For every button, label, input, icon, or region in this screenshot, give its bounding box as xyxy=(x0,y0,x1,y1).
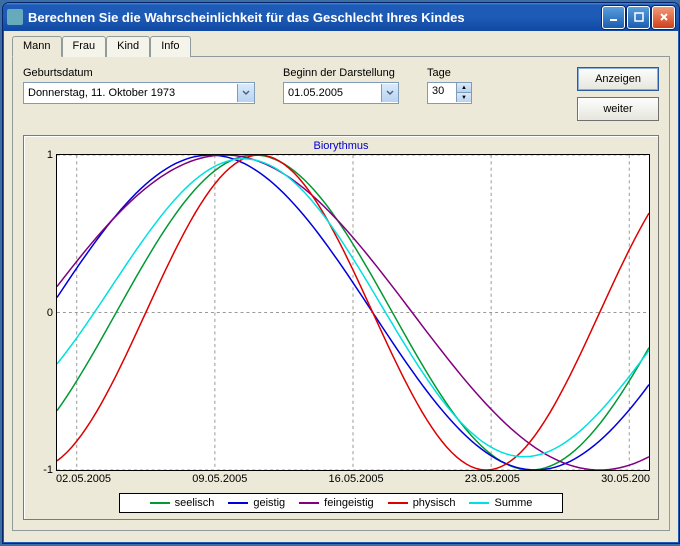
tab-mann[interactable]: Mann xyxy=(12,36,62,57)
app-icon xyxy=(7,9,23,25)
show-button[interactable]: Anzeigen xyxy=(577,67,659,91)
chart-title: Biorythmus xyxy=(32,140,650,152)
curves-svg xyxy=(57,155,649,470)
xtick: 09.05.2005 xyxy=(192,473,328,485)
chevron-down-icon[interactable] xyxy=(237,84,254,102)
legend-item: seelisch xyxy=(150,497,215,509)
ytick: 0 xyxy=(35,307,53,319)
tab-strip: Mann Frau Kind Info xyxy=(12,35,676,56)
tab-page: Geburtsdatum Donnerstag, 11. Oktober 197… xyxy=(12,56,670,531)
x-axis-labels: 02.05.2005 09.05.2005 16.05.2005 23.05.2… xyxy=(56,473,650,485)
startdate-label: Beginn der Darstellung xyxy=(283,67,399,79)
tab-info[interactable]: Info xyxy=(150,36,190,57)
tab-frau[interactable]: Frau xyxy=(62,36,107,57)
chevron-down-icon[interactable] xyxy=(381,84,398,102)
legend-item: Summe xyxy=(469,497,532,509)
xtick: 02.05.2005 xyxy=(56,473,192,485)
ytick: 1 xyxy=(35,149,53,161)
spin-down-icon[interactable]: ▼ xyxy=(456,93,471,102)
window-title: Berechnen Sie die Wahrscheinlichkeit für… xyxy=(28,10,602,25)
minimize-button[interactable] xyxy=(602,6,625,29)
startdate-field: Beginn der Darstellung 01.05.2005 xyxy=(283,67,399,104)
spin-up-icon[interactable]: ▲ xyxy=(456,83,471,93)
days-label: Tage xyxy=(427,67,472,79)
chart-panel: Biorythmus 1 0 -1 xyxy=(23,135,659,520)
ytick: -1 xyxy=(35,464,53,476)
app-window: Berechnen Sie die Wahrscheinlichkeit für… xyxy=(2,2,680,544)
startdate-value: 01.05.2005 xyxy=(288,87,343,99)
legend-item: geistig xyxy=(228,497,285,509)
startdate-dropdown[interactable]: 01.05.2005 xyxy=(283,82,399,104)
tab-kind[interactable]: Kind xyxy=(106,36,150,57)
days-spinner[interactable]: 30 ▲ ▼ xyxy=(427,82,472,104)
xtick: 16.05.2005 xyxy=(329,473,465,485)
maximize-button[interactable] xyxy=(627,6,650,29)
birthdate-dropdown[interactable]: Donnerstag, 11. Oktober 1973 xyxy=(23,82,255,104)
days-value: 30 xyxy=(428,83,456,103)
close-button[interactable] xyxy=(652,6,675,29)
legend-item: physisch xyxy=(388,497,456,509)
plot-area: 1 0 -1 xyxy=(56,154,650,471)
legend-item: feingeistig xyxy=(299,497,374,509)
titlebar[interactable]: Berechnen Sie die Wahrscheinlichkeit für… xyxy=(3,3,679,31)
next-button[interactable]: weiter xyxy=(577,97,659,121)
xtick: 30.05.200 xyxy=(601,473,650,485)
legend: seelisch geistig feingeistig physisch Su… xyxy=(119,493,563,513)
days-field: Tage 30 ▲ ▼ xyxy=(427,67,472,104)
birthdate-value: Donnerstag, 11. Oktober 1973 xyxy=(28,87,175,99)
birthdate-field: Geburtsdatum Donnerstag, 11. Oktober 197… xyxy=(23,67,255,104)
birthdate-label: Geburtsdatum xyxy=(23,67,255,79)
xtick: 23.05.2005 xyxy=(465,473,601,485)
